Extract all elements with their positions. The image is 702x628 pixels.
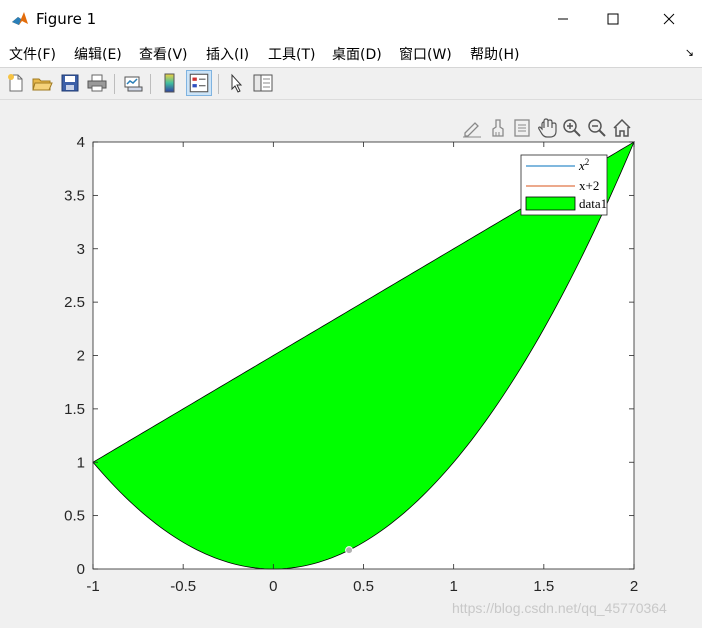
menu-bar: 文件(F) 编辑(E) 查看(V) 插入(I) 工具(T) 桌面(D) 窗口(W… xyxy=(0,38,702,68)
legend-toggle-button[interactable] xyxy=(186,70,212,96)
save-icon[interactable] xyxy=(59,72,81,94)
menu-insert[interactable]: 插入(I) xyxy=(206,44,249,64)
print-icon[interactable] xyxy=(86,72,108,94)
x-tick-label: 0 xyxy=(269,578,277,595)
axes-background xyxy=(93,142,634,569)
edit-icon[interactable] xyxy=(461,117,483,139)
x-tick-label: 0.5 xyxy=(353,578,374,595)
x-tick-label: 1.5 xyxy=(533,578,554,595)
x-tick-label: -0.5 xyxy=(170,578,196,595)
menu-help[interactable]: 帮助(H) xyxy=(470,44,519,64)
menu-desktop[interactable]: 桌面(D) xyxy=(332,44,382,64)
legend-icon xyxy=(189,73,209,93)
axes-box xyxy=(92,141,635,570)
minimize-icon xyxy=(558,18,568,20)
legend-label-x-squared: x2 xyxy=(578,157,589,173)
brush-icon[interactable] xyxy=(487,117,509,139)
title-bar: Figure 1 xyxy=(0,0,702,38)
y-tick-label: 0.5 xyxy=(64,508,85,525)
data-marker[interactable] xyxy=(345,546,354,555)
menu-window[interactable]: 窗口(W) xyxy=(399,44,452,64)
pointer-icon[interactable] xyxy=(226,72,248,94)
maximize-icon xyxy=(607,13,619,25)
matlab-logo-icon xyxy=(10,9,30,29)
legend-label-x-plus-2: x+2 xyxy=(579,178,599,193)
fill-area-data1[interactable] xyxy=(92,141,635,570)
watermark-text: https://blog.csdn.net/qq_45770364 xyxy=(452,600,667,616)
y-tick-label: 4 xyxy=(77,134,85,151)
figure-toolbar xyxy=(0,68,702,100)
close-button[interactable] xyxy=(646,0,692,38)
colorbar-icon[interactable] xyxy=(159,72,181,94)
menu-edit[interactable]: 编辑(E) xyxy=(74,44,122,64)
menu-file[interactable]: 文件(F) xyxy=(9,44,56,64)
y-tick-label: 3 xyxy=(77,241,85,258)
legend-box[interactable] xyxy=(520,154,608,216)
open-folder-icon[interactable] xyxy=(31,72,53,94)
new-file-icon[interactable] xyxy=(5,72,27,94)
pan-icon[interactable] xyxy=(536,117,558,139)
menu-tools[interactable]: 工具(T) xyxy=(268,44,315,64)
minimize-button[interactable] xyxy=(540,0,586,38)
menu-view[interactable]: 查看(V) xyxy=(139,44,188,64)
y-tick-label: 2.5 xyxy=(64,294,85,311)
y-tick-label: 0 xyxy=(77,561,85,578)
x-tick-label: 1 xyxy=(449,578,457,595)
x-tick-label: 2 xyxy=(630,578,638,595)
maximize-button[interactable] xyxy=(590,0,636,38)
zoom-in-icon[interactable] xyxy=(561,117,583,139)
link-plot-icon[interactable] xyxy=(122,72,144,94)
data-tips-icon[interactable] xyxy=(511,117,533,139)
y-tick-label: 3.5 xyxy=(64,187,85,204)
x-tick-label: -1 xyxy=(86,578,99,595)
window-title: Figure 1 xyxy=(36,10,97,28)
y-tick-label: 1.5 xyxy=(64,401,85,418)
zoom-out-icon[interactable] xyxy=(586,117,608,139)
y-tick-label: 1 xyxy=(77,454,85,471)
legend-label-data1: data1 xyxy=(579,196,607,211)
dock-arrow-icon[interactable]: ↘ xyxy=(685,46,694,59)
legend-swatch-data1 xyxy=(525,196,576,211)
y-tick-label: 2 xyxy=(77,348,85,365)
home-icon[interactable] xyxy=(611,117,633,139)
close-icon xyxy=(663,13,675,25)
property-inspector-icon[interactable] xyxy=(252,72,274,94)
